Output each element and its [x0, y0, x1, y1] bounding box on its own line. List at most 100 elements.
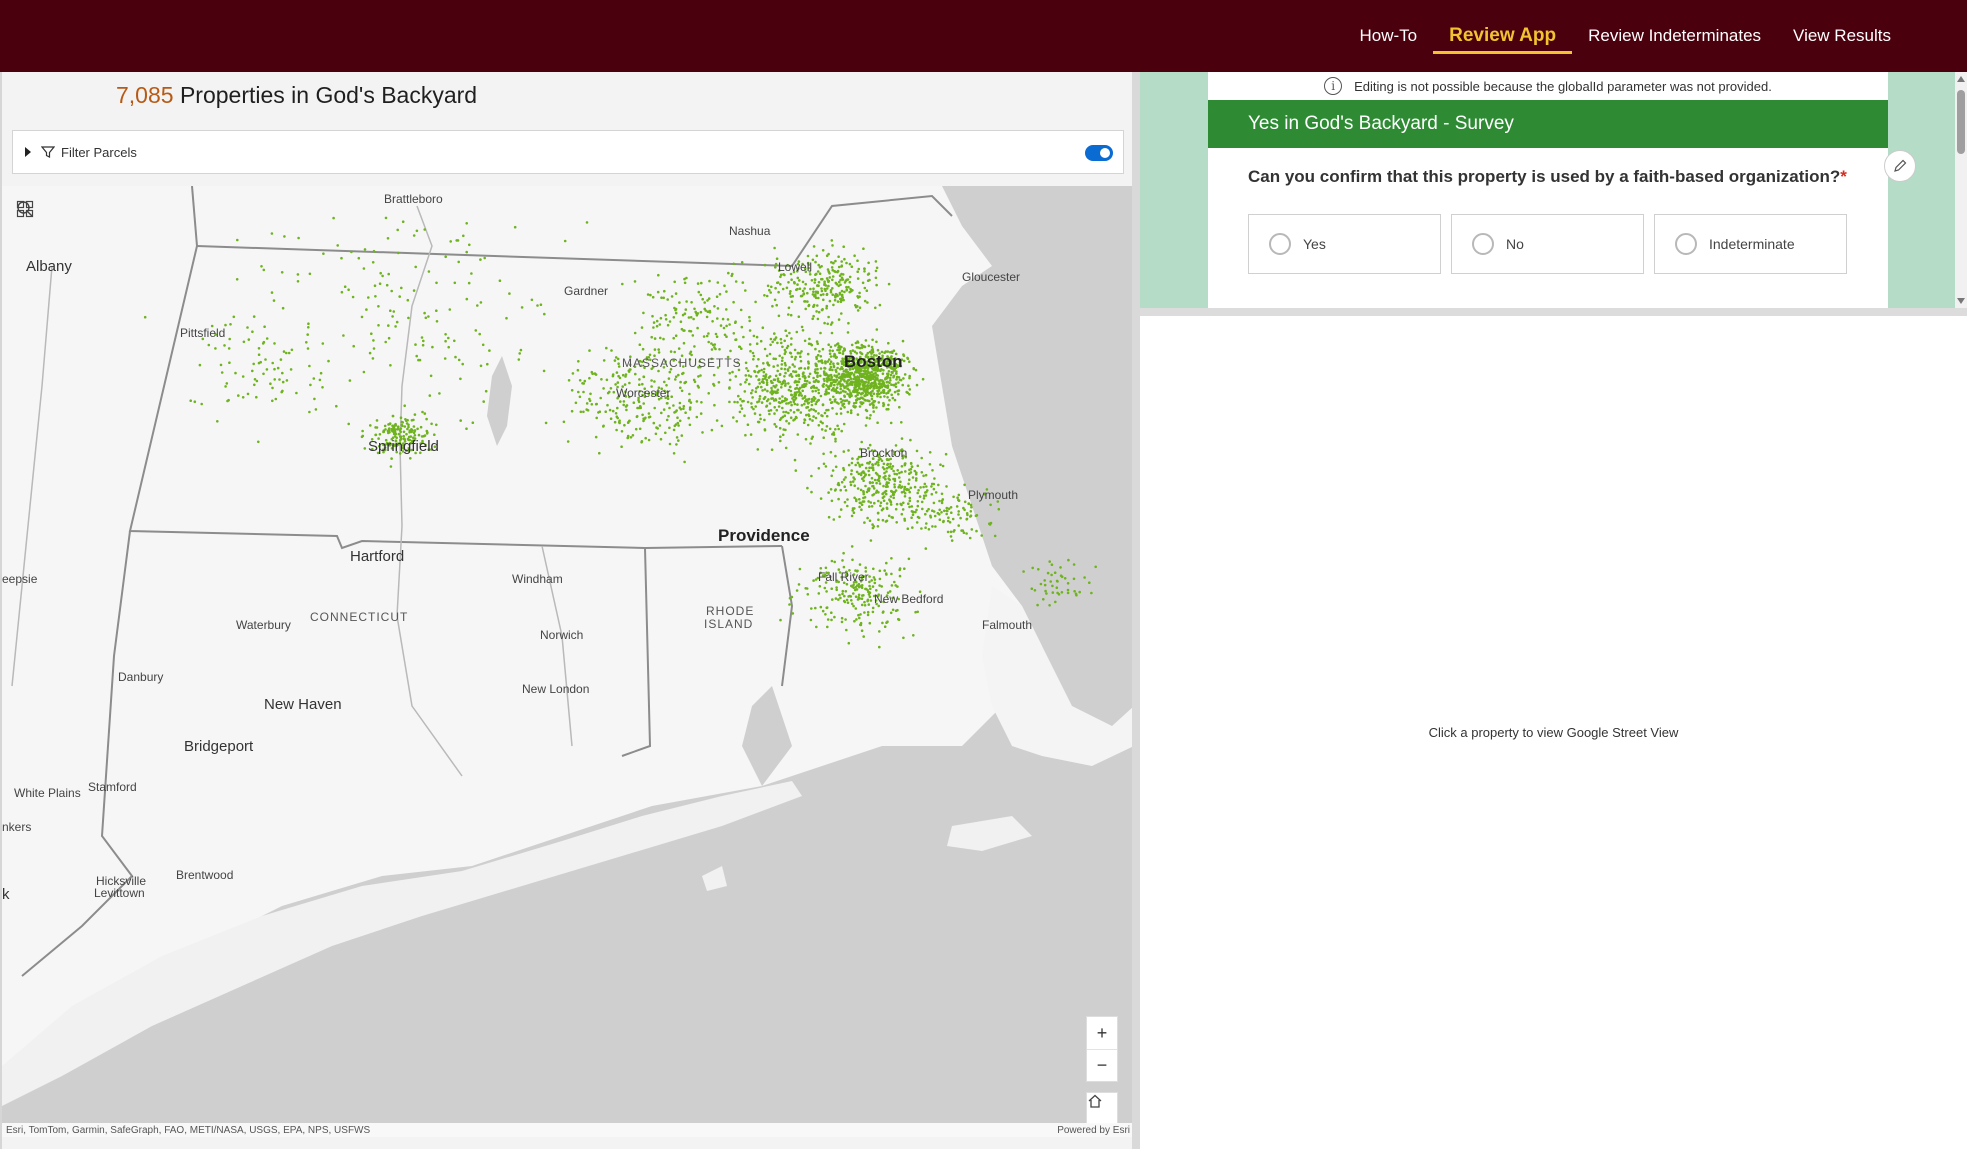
property-point[interactable]	[619, 400, 622, 403]
property-point[interactable]	[831, 368, 834, 372]
property-point[interactable]	[793, 393, 796, 396]
property-point[interactable]	[779, 283, 782, 286]
property-point[interactable]	[902, 636, 905, 640]
scroll-down-icon[interactable]	[1957, 298, 1965, 304]
property-point[interactable]	[486, 362, 489, 366]
property-point[interactable]	[921, 507, 924, 511]
property-point[interactable]	[612, 390, 616, 394]
property-point[interactable]	[863, 521, 866, 524]
property-point[interactable]	[829, 450, 833, 454]
property-point[interactable]	[858, 346, 862, 350]
property-point[interactable]	[427, 270, 431, 273]
property-point[interactable]	[799, 359, 803, 363]
property-point[interactable]	[875, 266, 879, 270]
property-point[interactable]	[1072, 577, 1076, 581]
property-point[interactable]	[846, 498, 849, 501]
property-point[interactable]	[834, 292, 838, 296]
property-point[interactable]	[868, 386, 872, 390]
property-point[interactable]	[889, 373, 893, 377]
property-point[interactable]	[428, 394, 432, 397]
property-point[interactable]	[846, 387, 849, 391]
property-point[interactable]	[915, 508, 918, 512]
property-point[interactable]	[866, 516, 869, 520]
property-point[interactable]	[685, 300, 688, 303]
property-point[interactable]	[870, 476, 874, 480]
property-point[interactable]	[585, 221, 589, 224]
property-point[interactable]	[831, 469, 835, 472]
property-point[interactable]	[789, 313, 793, 317]
property-point[interactable]	[567, 379, 571, 382]
property-point[interactable]	[784, 384, 787, 387]
property-point[interactable]	[283, 235, 286, 238]
property-point[interactable]	[402, 430, 406, 434]
property-point[interactable]	[518, 352, 521, 355]
property-point[interactable]	[734, 320, 737, 323]
property-point[interactable]	[875, 340, 878, 344]
property-point[interactable]	[252, 315, 256, 318]
property-point[interactable]	[907, 502, 910, 506]
property-point[interactable]	[309, 383, 312, 387]
property-point[interactable]	[602, 359, 606, 362]
property-point[interactable]	[438, 392, 441, 395]
property-point[interactable]	[731, 370, 734, 374]
property-point[interactable]	[854, 595, 858, 598]
property-point[interactable]	[384, 340, 388, 344]
property-point[interactable]	[625, 408, 628, 412]
property-point[interactable]	[707, 332, 710, 335]
property-point[interactable]	[870, 505, 874, 508]
property-point[interactable]	[908, 360, 911, 363]
property-point[interactable]	[694, 310, 697, 314]
property-point[interactable]	[863, 299, 867, 303]
property-point[interactable]	[919, 486, 922, 489]
property-point[interactable]	[754, 300, 757, 304]
property-point[interactable]	[673, 411, 676, 414]
property-point[interactable]	[864, 394, 868, 397]
property-point[interactable]	[941, 464, 945, 468]
property-point[interactable]	[796, 276, 800, 280]
property-point[interactable]	[1055, 586, 1059, 589]
property-point[interactable]	[839, 391, 843, 394]
property-point[interactable]	[869, 375, 873, 378]
property-point[interactable]	[812, 415, 815, 418]
property-point[interactable]	[916, 504, 920, 508]
property-point[interactable]	[1059, 566, 1062, 569]
property-point[interactable]	[479, 364, 483, 368]
property-point[interactable]	[352, 344, 356, 348]
property-point[interactable]	[893, 398, 897, 402]
property-point[interactable]	[847, 463, 851, 467]
property-point[interactable]	[801, 389, 804, 393]
property-point[interactable]	[839, 596, 842, 600]
property-point[interactable]	[800, 394, 803, 397]
property-point[interactable]	[594, 373, 598, 376]
property-point[interactable]	[482, 400, 486, 403]
property-point[interactable]	[872, 399, 875, 403]
property-point[interactable]	[859, 501, 862, 505]
property-point[interactable]	[895, 378, 898, 381]
property-point[interactable]	[614, 412, 618, 415]
property-point[interactable]	[917, 516, 921, 520]
property-point[interactable]	[858, 291, 861, 295]
radio-icon[interactable]	[1675, 233, 1697, 255]
property-point[interactable]	[828, 398, 832, 401]
option-no[interactable]: No	[1451, 214, 1644, 274]
property-point[interactable]	[640, 326, 644, 329]
property-point[interactable]	[425, 432, 429, 435]
property-point[interactable]	[803, 418, 806, 421]
property-point[interactable]	[713, 346, 716, 349]
property-point[interactable]	[193, 400, 197, 403]
scroll-thumb[interactable]	[1957, 90, 1965, 154]
property-point[interactable]	[868, 505, 871, 508]
property-point[interactable]	[883, 467, 886, 471]
property-point[interactable]	[707, 392, 710, 395]
property-point[interactable]	[814, 402, 818, 406]
property-point[interactable]	[397, 432, 401, 436]
property-point[interactable]	[868, 519, 872, 522]
property-point[interactable]	[788, 366, 791, 369]
property-point[interactable]	[896, 608, 899, 612]
property-point[interactable]	[833, 489, 837, 492]
property-point[interactable]	[227, 347, 231, 350]
property-point[interactable]	[843, 500, 847, 504]
property-point[interactable]	[936, 511, 940, 515]
property-point[interactable]	[877, 401, 881, 404]
property-point[interactable]	[658, 424, 662, 427]
